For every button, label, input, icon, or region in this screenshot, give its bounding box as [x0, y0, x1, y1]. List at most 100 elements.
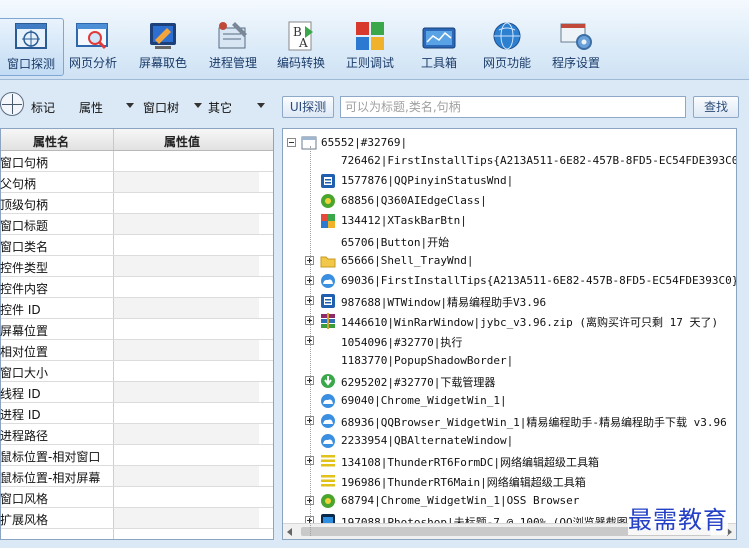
scroll-left-icon[interactable] — [287, 528, 292, 536]
property-row[interactable]: 线程 ID — [0, 382, 273, 403]
property-row[interactable]: 窗口风格 — [0, 487, 273, 508]
main-toolbar: 窗口探测 网页分析 屏幕取色 进程管理 B A 编码转换 正则调试 工具箱 网页… — [0, 0, 749, 80]
cloud-icon — [321, 274, 335, 288]
ui-probe-button[interactable]: UI探测 — [282, 96, 334, 118]
tree-node[interactable]: 134108|ThunderRT6FormDC|网络编辑超级工具箱 — [283, 451, 736, 471]
property-row[interactable]: 屏幕位置 — [0, 319, 273, 340]
toolbar-label: 网页功能 — [482, 56, 531, 70]
property-name: 鼠标位置-相对屏幕 — [0, 471, 101, 485]
toolbar-label: 屏幕取色 — [138, 56, 187, 70]
search-button[interactable]: 查找 — [693, 96, 739, 118]
toolbar-web-function[interactable]: 网页功能 — [474, 14, 540, 76]
cloud-icon — [321, 414, 335, 428]
property-row[interactable]: 进程路径 — [0, 424, 273, 445]
property-row[interactable]: 控件内容 — [0, 277, 273, 298]
property-value — [114, 172, 259, 192]
chevron-down-icon[interactable] — [257, 103, 265, 108]
tree-node[interactable]: 987688|WTWindow|精易编程助手V3.96 — [283, 291, 736, 311]
property-row[interactable]: 扩展风格 — [0, 508, 273, 529]
toolbar-color-picker[interactable]: 屏幕取色 — [130, 14, 196, 76]
toolbox-icon — [422, 27, 456, 49]
toolbar-web-analysis[interactable]: 网页分析 — [60, 14, 126, 76]
property-row[interactable]: 相对位置 — [0, 340, 273, 361]
tree-node[interactable]: 68936|QQBrowser_WidgetWin_1|精易编程助手-精易编程助… — [283, 411, 736, 431]
property-row[interactable]: 窗口句柄 — [0, 151, 273, 172]
chevron-down-icon[interactable] — [194, 103, 202, 108]
property-row[interactable]: 鼠标位置-相对窗口 — [0, 445, 273, 466]
property-menu[interactable]: 属性 — [79, 99, 103, 116]
crosshair-icon[interactable] — [0, 92, 24, 116]
winrar-icon — [321, 313, 335, 329]
toolbar-window-probe[interactable]: 窗口探测 — [0, 18, 64, 76]
toolbar-label: 窗口探测 — [6, 57, 55, 71]
tree-node-label: 6295202|#32770|下载管理器 — [341, 376, 496, 389]
tree-node[interactable]: 65666|Shell_TrayWnd| — [283, 251, 736, 271]
property-value — [114, 487, 259, 507]
toolbar-process-manager[interactable]: 进程管理 — [200, 14, 266, 76]
property-row[interactable]: 控件类型 — [0, 256, 273, 277]
tree-node-label: 2233954|QBAlternateWindow| — [341, 434, 514, 447]
window-probe-icon — [15, 23, 47, 49]
cloud-icon — [321, 394, 335, 408]
tree-root-node[interactable]: 65552|#32769| — [283, 133, 736, 153]
property-row[interactable]: 顶级句柄 — [0, 193, 273, 214]
tree-node[interactable]: 6295202|#32770|下载管理器 — [283, 371, 736, 391]
tree-node-label: 1446610|WinRarWindow|jybc_v3.96.zip (离购买… — [341, 316, 719, 329]
web-function-icon — [493, 22, 521, 50]
folder-icon — [320, 256, 336, 268]
column-header-value: 属性值 — [164, 135, 201, 149]
property-value — [114, 298, 259, 318]
green-circle-icon — [321, 194, 335, 208]
other-menu[interactable]: 其它 — [208, 99, 232, 116]
tree-node-label: 1577876|QQPinyinStatusWnd| — [341, 174, 514, 187]
property-value — [114, 214, 259, 234]
tree-node[interactable]: 196986|ThunderRT6Main|网络编辑超级工具箱 — [283, 471, 736, 491]
tree-node[interactable]: 1183770|PopupShadowBorder| — [283, 351, 736, 371]
toolbar-toolbox[interactable]: 工具箱 — [406, 14, 472, 76]
tree-node-label: 134108|ThunderRT6FormDC|网络编辑超级工具箱 — [341, 456, 599, 469]
property-row[interactable]: 父句柄 — [0, 172, 273, 193]
tree-node[interactable]: 65706|Button|开始 — [283, 231, 736, 251]
green-circle-icon — [321, 494, 335, 508]
property-row[interactable]: 鼠标位置-相对屏幕 — [0, 466, 273, 487]
collapse-icon[interactable] — [287, 138, 296, 147]
chevron-down-icon[interactable] — [126, 103, 134, 108]
tree-node-label: 196986|ThunderRT6Main|网络编辑超级工具箱 — [341, 476, 586, 489]
property-value — [114, 319, 259, 339]
toolbar-program-settings[interactable]: 程序设置 — [543, 14, 609, 76]
color-picker-icon — [150, 23, 176, 49]
blue-window-icon — [321, 174, 335, 188]
tree-root-label: 65552|#32769| — [321, 136, 408, 149]
window-tree-menu[interactable]: 窗口树 — [143, 99, 179, 116]
tree-node[interactable]: 69040|Chrome_WidgetWin_1| — [283, 391, 736, 411]
property-name: 进程 ID — [0, 408, 41, 422]
property-name: 进程路径 — [0, 429, 49, 443]
property-row[interactable]: 进程 ID — [0, 403, 273, 424]
property-grid: 属性名 属性值 窗口句柄 父句柄 顶级句柄 窗口标题 窗口类名 控件类型 控件内容 控件 ID… — [0, 128, 274, 540]
mark-label[interactable]: 标记 — [31, 99, 55, 116]
tree-node[interactable]: 134412|XTaskBarBtn| — [283, 211, 736, 231]
property-row[interactable]: 控件 ID — [0, 298, 273, 319]
property-value — [114, 193, 259, 213]
toolbar-label: 工具箱 — [420, 56, 457, 70]
toolbar-regex-debug[interactable]: 正则调试 — [337, 14, 403, 76]
toolbar-encoding-convert[interactable]: B A 编码转换 — [268, 14, 334, 76]
toolbar-label: 网页分析 — [68, 56, 117, 70]
search-input[interactable] — [340, 96, 686, 118]
property-name: 屏幕位置 — [0, 324, 49, 338]
property-row[interactable]: 窗口大小 — [0, 361, 273, 382]
window-tree: 65552|#32769| 726462|FirstInstallTips{A2… — [282, 128, 737, 540]
tree-node[interactable]: 1054096|#32770|执行 — [283, 331, 736, 351]
property-grid-header: 属性名 属性值 — [1, 129, 273, 151]
tree-node-label: 68856|Q360AIEdgeClass| — [341, 194, 487, 207]
tree-node[interactable]: 1446610|WinRarWindow|jybc_v3.96.zip (离购买… — [283, 311, 736, 331]
tree-node[interactable]: 726462|FirstInstallTips{A213A511-6E82-45… — [283, 151, 736, 171]
tree-node[interactable]: 2233954|QBAlternateWindow| — [283, 431, 736, 451]
property-rows: 窗口句柄 父句柄 顶级句柄 窗口标题 窗口类名 控件类型 控件内容 控件 ID 屏幕位置相对位置… — [0, 151, 273, 529]
property-row[interactable]: 窗口类名 — [0, 235, 273, 256]
tree-node[interactable]: 68856|Q360AIEdgeClass| — [283, 191, 736, 211]
tree-node[interactable]: 1577876|QQPinyinStatusWnd| — [283, 171, 736, 191]
property-value — [114, 382, 259, 402]
property-row[interactable]: 窗口标题 — [0, 214, 273, 235]
tree-node[interactable]: 69036|FirstInstallTips{A213A511-6E82-457… — [283, 271, 736, 291]
